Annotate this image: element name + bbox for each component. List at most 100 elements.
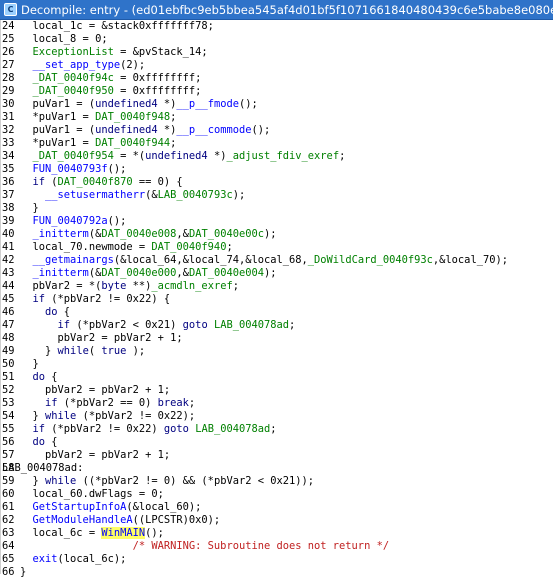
code-line-44[interactable]: 44 pbVar2 = *(byte **)_acmdln_exref; xyxy=(1,280,553,293)
code-text[interactable]: pbVar2 = pbVar2 + 1; xyxy=(20,384,170,397)
code-line-54[interactable]: 54 } while (*pbVar2 != 0x22); xyxy=(1,410,553,423)
line-number: 45 xyxy=(2,293,15,305)
code-line-26[interactable]: 26 ExceptionList = &pvStack_14; xyxy=(1,46,553,59)
line-number: 53 xyxy=(2,397,15,409)
code-line-32[interactable]: 32 puVar1 = (undefined4 *)__p__commode()… xyxy=(1,124,553,137)
code-line-31[interactable]: 31 *puVar1 = DAT_0040f948; xyxy=(1,111,553,124)
code-text[interactable]: if (DAT_0040f870 == 0) { xyxy=(20,176,183,189)
code-text[interactable]: do { xyxy=(20,371,58,384)
code-line-62[interactable]: 62 GetModuleHandleA((LPCSTR)0x0); xyxy=(1,514,553,527)
code-text[interactable]: puVar1 = (undefined4 *)__p__commode(); xyxy=(20,124,271,137)
code-line-56[interactable]: 56 do { xyxy=(1,436,553,449)
code-line-36[interactable]: 36 if (DAT_0040f870 == 0) { xyxy=(1,176,553,189)
code-line-45[interactable]: 45 if (*pbVar2 != 0x22) { xyxy=(1,293,553,306)
highlighted-function-call[interactable]: WinMAIN xyxy=(101,527,146,539)
code-line-47[interactable]: 47 if (*pbVar2 < 0x21) goto LAB_004078ad… xyxy=(1,319,553,332)
decompiler-icon: C xyxy=(4,3,17,16)
code-text[interactable]: /* WARNING: Subroutine does not return *… xyxy=(20,540,390,553)
code-text[interactable]: if (*pbVar2 != 0x22) { xyxy=(20,293,171,306)
code-line-58[interactable]: 58 LAB_004078ad: xyxy=(1,462,553,475)
code-text[interactable]: __set_app_type(2); xyxy=(20,59,146,72)
code-text[interactable]: } while (*pbVar2 != 0x22); xyxy=(20,410,196,423)
code-text[interactable]: exit(local_6c); xyxy=(20,553,127,566)
code-line-39[interactable]: 39 FUN_0040792a(); xyxy=(1,215,553,228)
code-line-55[interactable]: 55 if (*pbVar2 != 0x22) goto LAB_004078a… xyxy=(1,423,553,436)
code-line-37[interactable]: 37 __setusermatherr(&LAB_0040793c); xyxy=(1,189,553,202)
code-label[interactable]: LAB_004078ad: xyxy=(2,462,83,475)
code-text[interactable]: GetStartupInfoA(&local_60); xyxy=(20,501,202,514)
code-text[interactable]: _initterm(&DAT_0040e008,&DAT_0040e00c); xyxy=(20,228,277,241)
code-line-46[interactable]: 46 do { xyxy=(1,306,553,319)
code-line-40[interactable]: 40 _initterm(&DAT_0040e008,&DAT_0040e00c… xyxy=(1,228,553,241)
code-text[interactable]: ExceptionList = &pvStack_14; xyxy=(20,46,208,59)
code-line-33[interactable]: 33 *puVar1 = DAT_0040f944; xyxy=(1,137,553,150)
code-text[interactable]: if (*pbVar2 != 0x22) goto LAB_004078ad; xyxy=(20,423,277,436)
code-line-53[interactable]: 53 if (*pbVar2 == 0) break; xyxy=(1,397,553,410)
code-text[interactable]: if (*pbVar2 == 0) break; xyxy=(20,397,195,410)
code-text[interactable]: __setusermatherr(&LAB_0040793c); xyxy=(20,189,245,202)
code-text[interactable]: _DAT_0040f954 = *(undefined4 *)_adjust_f… xyxy=(20,150,346,163)
code-line-48[interactable]: 48 pbVar2 = pbVar2 + 1; xyxy=(1,332,553,345)
code-line-28[interactable]: 28 _DAT_0040f94c = 0xffffffff; xyxy=(1,72,553,85)
code-line-29[interactable]: 29 _DAT_0040f950 = 0xffffffff; xyxy=(1,85,553,98)
code-text[interactable]: __getmainargs(&local_64,&local_74,&local… xyxy=(20,254,508,267)
code-text[interactable]: } xyxy=(20,566,26,579)
window-titlebar[interactable]: C Decompile: entry - (ed01ebfbc9eb5bbea5… xyxy=(0,0,553,20)
code-text[interactable]: } while( true ); xyxy=(20,345,145,358)
code-text[interactable]: puVar1 = (undefined4 *)__p__fmode(); xyxy=(20,98,258,111)
code-text[interactable]: } xyxy=(20,202,39,215)
code-line-50[interactable]: 50 } xyxy=(1,358,553,371)
code-line-60[interactable]: 60 local_60.dwFlags = 0; xyxy=(1,488,553,501)
code-line-38[interactable]: 38 } xyxy=(1,202,553,215)
code-text[interactable]: GetModuleHandleA((LPCSTR)0x0); xyxy=(20,514,221,527)
code-line-57[interactable]: 57 pbVar2 = pbVar2 + 1; xyxy=(1,449,553,462)
code-line-52[interactable]: 52 pbVar2 = pbVar2 + 1; xyxy=(1,384,553,397)
code-line-59[interactable]: 59 } while ((*pbVar2 != 0) && (*pbVar2 <… xyxy=(1,475,553,488)
code-text[interactable]: local_60.dwFlags = 0; xyxy=(20,488,164,501)
code-text[interactable]: pbVar2 = *(byte **)_acmdln_exref; xyxy=(20,280,239,293)
code-line-43[interactable]: 43 _initterm(&DAT_0040e000,&DAT_0040e004… xyxy=(1,267,553,280)
code-line-27[interactable]: 27 __set_app_type(2); xyxy=(1,59,553,72)
line-number: 51 xyxy=(2,371,15,383)
code-line-41[interactable]: 41 local_70.newmode = DAT_0040f940; xyxy=(1,241,553,254)
line-number: 59 xyxy=(2,475,15,487)
code-line-66[interactable]: 66} xyxy=(1,566,553,579)
code-text[interactable]: *puVar1 = DAT_0040f948; xyxy=(20,111,177,124)
decompiler-listing[interactable]: 24 local_1c = &stack0xfffffff78; 25 local… xyxy=(0,20,553,578)
code-text[interactable]: FUN_0040792a(); xyxy=(20,215,127,228)
code-text[interactable]: _initterm(&DAT_0040e000,&DAT_0040e004); xyxy=(20,267,277,280)
code-text[interactable]: FUN_0040793f(); xyxy=(20,163,127,176)
code-line-30[interactable]: 30 puVar1 = (undefined4 *)__p__fmode(); xyxy=(1,98,553,111)
line-number: 41 xyxy=(2,241,15,253)
code-text[interactable]: pbVar2 = pbVar2 + 1; xyxy=(20,332,183,345)
code-line-34[interactable]: 34 _DAT_0040f954 = *(undefined4 *)_adjus… xyxy=(1,150,553,163)
code-line-35[interactable]: 35 FUN_0040793f(); xyxy=(1,163,553,176)
line-number: 65 xyxy=(2,553,15,565)
line-number: 39 xyxy=(2,215,15,227)
code-line-65[interactable]: 65 exit(local_6c); xyxy=(1,553,553,566)
code-line-24[interactable]: 24 local_1c = &stack0xfffffff78; xyxy=(1,20,553,33)
code-text[interactable]: pbVar2 = pbVar2 + 1; xyxy=(20,449,170,462)
code-line-25[interactable]: 25 local_8 = 0; xyxy=(1,33,553,46)
code-text[interactable]: *puVar1 = DAT_0040f944; xyxy=(20,137,177,150)
code-text[interactable]: do { xyxy=(20,436,58,449)
code-line-49[interactable]: 49 } while( true ); xyxy=(1,345,553,358)
code-line-63[interactable]: 63 local_6c = WinMAIN(); xyxy=(1,527,553,540)
line-number: 56 xyxy=(2,436,15,448)
code-text[interactable]: local_1c = &stack0xfffffff78; xyxy=(20,20,214,33)
code-text[interactable]: _DAT_0040f950 = 0xffffffff; xyxy=(20,85,202,98)
code-text[interactable]: } while ((*pbVar2 != 0) && (*pbVar2 < 0x… xyxy=(20,475,315,488)
code-text[interactable]: do { xyxy=(20,306,70,319)
code-text[interactable]: local_8 = 0; xyxy=(20,33,108,46)
code-line-61[interactable]: 61 GetStartupInfoA(&local_60); xyxy=(1,501,553,514)
code-text[interactable]: local_6c = WinMAIN(); xyxy=(20,527,164,540)
code-text[interactable]: if (*pbVar2 < 0x21) goto LAB_004078ad; xyxy=(20,319,296,332)
code-line-42[interactable]: 42 __getmainargs(&local_64,&local_74,&lo… xyxy=(1,254,553,267)
code-line-51[interactable]: 51 do { xyxy=(1,371,553,384)
code-text[interactable]: local_70.newmode = DAT_0040f940; xyxy=(20,241,233,254)
code-line-64[interactable]: 64 /* WARNING: Subroutine does not retur… xyxy=(1,540,553,553)
line-number: 43 xyxy=(2,267,15,279)
code-text[interactable]: _DAT_0040f94c = 0xffffffff; xyxy=(20,72,202,85)
code-text[interactable]: } xyxy=(20,358,39,371)
line-number: 60 xyxy=(2,488,15,500)
